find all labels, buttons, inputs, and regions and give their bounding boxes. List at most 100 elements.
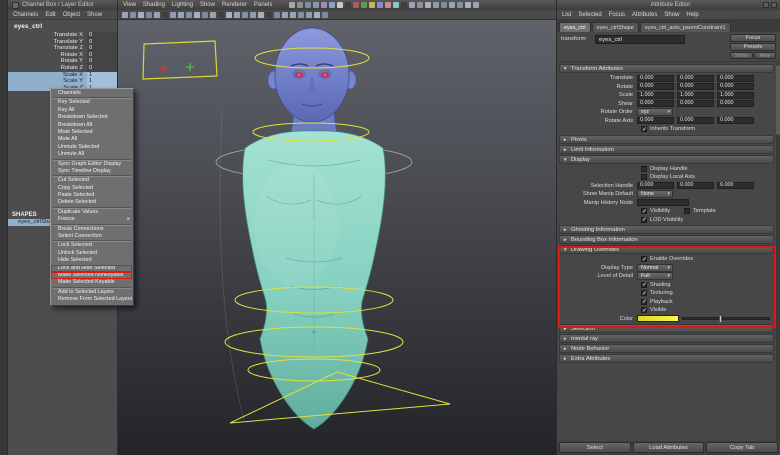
channel-value[interactable]: 1 (87, 78, 117, 85)
toolbar-icon[interactable] (305, 2, 312, 8)
control-plane-quad[interactable] (142, 40, 218, 80)
menu-panels[interactable]: Panels (254, 0, 272, 10)
menu-show[interactable]: Show (664, 10, 679, 19)
translate-y-field[interactable]: 0.000 (677, 74, 714, 82)
toolbar-icon[interactable] (186, 11, 192, 18)
toolbar-icon[interactable] (178, 11, 184, 18)
menu-item-lock-and-hide-selected[interactable]: Lock and Hide Selected (51, 264, 133, 272)
toolbar-icon[interactable] (250, 11, 256, 18)
toolbar-icon[interactable] (393, 2, 400, 8)
scale-z-field[interactable]: 1.000 (717, 91, 754, 99)
display-local-axis-checkbox[interactable] (641, 174, 647, 181)
toolbar-icon[interactable] (138, 11, 144, 18)
focus-button[interactable]: Focus (730, 34, 776, 42)
rotate-order-dropdown[interactable]: xyz (637, 108, 673, 117)
channel-row-rotate-y[interactable]: Rotate Y 0 (8, 58, 117, 65)
channel-value[interactable]: 1 (87, 71, 117, 79)
node-name-field[interactable]: eyes_ctrl (595, 35, 685, 44)
rotate-axis-x-field[interactable]: 0.000 (637, 117, 674, 125)
channel-row-rotate-x[interactable]: Rotate X 0 (8, 51, 117, 59)
section-node-behavior[interactable]: Node Behavior (559, 344, 774, 353)
translate-z-field[interactable]: 0.000 (717, 74, 754, 82)
toolbar-icon[interactable] (337, 2, 344, 8)
override-color-swatch[interactable] (637, 315, 679, 323)
channel-row-rotate-z[interactable]: Rotate Z 0 (8, 64, 117, 72)
toolbar-icon[interactable] (297, 2, 304, 8)
menu-focus[interactable]: Focus (609, 10, 625, 19)
section-mental-ray[interactable]: mental ray (559, 334, 774, 343)
menu-attributes[interactable]: Attributes (632, 10, 657, 19)
menu-edit[interactable]: Edit (45, 10, 55, 19)
menu-item-unmute-selected[interactable]: Unmute Selected (51, 144, 133, 151)
toolbar-icon[interactable] (258, 11, 264, 18)
toolbar-icon[interactable] (289, 2, 296, 8)
section-extra-attributes[interactable]: Extra Attributes (559, 354, 774, 363)
show-button[interactable]: Show (730, 52, 753, 59)
toolbar-icon[interactable] (274, 11, 280, 18)
select-button[interactable]: Select (559, 442, 631, 453)
display-type-dropdown[interactable]: Normal (637, 263, 673, 272)
shear-z-field[interactable]: 0.000 (717, 100, 754, 108)
menu-item-add-to-selected-layers[interactable]: Add to Selected Layers (51, 289, 133, 296)
toolbar-icon[interactable] (457, 2, 464, 8)
toolbar-icon[interactable] (130, 11, 136, 18)
menu-item-key-selected[interactable]: Key Selected (51, 99, 133, 106)
menu-item-sync-timeline-display[interactable]: Sync Timeline Display (51, 168, 133, 175)
channel-value[interactable]: 0 (87, 58, 117, 65)
scale-y-field[interactable]: 1.000 (677, 91, 714, 99)
menu-item-mute-selected[interactable]: Mute Selected (51, 129, 133, 136)
toolbar-icon[interactable] (314, 11, 320, 18)
toolbar-icon[interactable] (313, 2, 320, 8)
toolbar-icon[interactable] (425, 2, 432, 8)
head-mesh[interactable] (274, 27, 350, 123)
toolbar-icon[interactable] (170, 11, 176, 18)
toolbar-icon[interactable] (122, 11, 128, 18)
menu-item-mute-all[interactable]: Mute All (51, 136, 133, 143)
visible-checkbox[interactable] (641, 307, 647, 314)
tab-parent-constraint[interactable]: eyes_ctrl_auto_parentConstraint1 (639, 22, 731, 32)
menu-item-delete-selected[interactable]: Delete Selected (51, 199, 133, 206)
template-checkbox[interactable] (684, 208, 691, 215)
toolbar-icon[interactable] (401, 2, 408, 8)
section-pivots[interactable]: Pivots (559, 134, 774, 144)
scene-3d[interactable] (118, 20, 556, 455)
menu-item-make-selected-nonkeyable[interactable]: Make Selected Nonkeyable (51, 271, 133, 280)
menu-list[interactable]: List (562, 10, 571, 19)
show-manip-default-dropdown[interactable]: None (637, 190, 673, 199)
toolbar-icon[interactable] (329, 2, 336, 8)
toolbar-icon[interactable] (361, 2, 368, 8)
scale-x-field[interactable]: 1.000 (637, 91, 674, 99)
menu-view[interactable]: View (123, 0, 136, 10)
toolbar-icon[interactable] (465, 2, 472, 8)
texturing-checkbox[interactable] (641, 290, 647, 297)
menu-lighting[interactable]: Lighting (172, 0, 193, 10)
playback-checkbox[interactable] (641, 298, 647, 305)
rotate-x-field[interactable]: 0.000 (637, 83, 674, 91)
channel-value[interactable]: 0 (87, 32, 117, 39)
section-limit-information[interactable]: Limit Information (559, 144, 774, 154)
menu-item-sync-graph-editor-display[interactable]: Sync Graph Editor Display (51, 161, 133, 168)
menu-item-breakdown-selected[interactable]: Breakdown Selected (51, 114, 133, 121)
tab-eyes-ctrlshape[interactable]: eyes_ctrlShape (591, 22, 639, 32)
menu-item-select-connection[interactable]: Select Connection (51, 233, 133, 240)
rotate-axis-z-field[interactable]: 0.000 (717, 117, 754, 125)
toolbar-icon[interactable] (345, 2, 352, 8)
toolbar-icon[interactable] (298, 11, 304, 18)
node-name[interactable]: eyes_ctrl (8, 20, 117, 32)
shading-checkbox[interactable] (641, 281, 647, 288)
scrollbar[interactable] (776, 63, 780, 441)
menu-item-remove-from-selected-layers[interactable]: Remove From Selected Layers (51, 296, 133, 303)
toolbar-icon[interactable] (218, 11, 224, 18)
toolbar-icon[interactable] (194, 11, 200, 18)
menu-item-make-selected-keyable[interactable]: Make Selected Keyable (51, 279, 133, 286)
menu-item-lock-selected[interactable]: Lock Selected (51, 242, 133, 249)
selection-handle-z-field[interactable]: 0.000 (717, 182, 754, 190)
menu-item-break-connections[interactable]: Break Connections (51, 226, 133, 233)
toolbar-icon[interactable] (202, 11, 208, 18)
toolbar-icon[interactable] (290, 11, 296, 18)
menu-item-channels[interactable]: Channels (51, 90, 133, 97)
toolbar-icon[interactable] (369, 2, 376, 8)
axis-cross-red-icon[interactable] (159, 65, 167, 73)
toolbar-icon[interactable] (154, 11, 160, 18)
toolbar-icon[interactable] (234, 11, 240, 18)
